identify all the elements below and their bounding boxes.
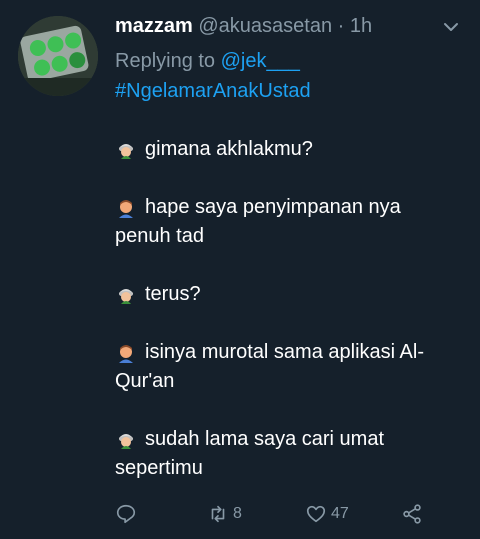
boy-emoji-icon: [119, 199, 133, 218]
like-button[interactable]: 47: [305, 500, 349, 528]
man-with-turban-icon: [119, 288, 133, 304]
line-4: terus?: [115, 280, 465, 309]
avatar-image: [18, 16, 98, 96]
replying-to: Replying to @jek___: [115, 46, 300, 76]
reply-button[interactable]: [115, 500, 137, 528]
boy-emoji-icon: [119, 344, 133, 363]
line-text: sepertimu: [115, 457, 203, 479]
tweet-actions: 8 47: [115, 500, 445, 528]
hashtag-link[interactable]: #NgelamarAnakUstad: [115, 80, 311, 102]
tweet-body: gimana akhlakmu? hape saya penyimpanan n…: [115, 106, 465, 483]
line-1: gimana akhlakmu?: [115, 135, 465, 164]
timestamp[interactable]: 1h: [350, 15, 372, 37]
line-text: gimana akhlakmu?: [145, 138, 313, 160]
replying-to-label: Replying to: [115, 50, 216, 72]
share-icon: [403, 504, 421, 524]
display-name[interactable]: mazzam: [115, 15, 193, 37]
retweet-icon: [211, 505, 225, 523]
user-handle[interactable]: @akuasasetan: [198, 15, 332, 37]
line-text: isinya murotal sama aplikasi Al-: [145, 341, 424, 363]
man-with-turban-icon: [119, 143, 133, 159]
line-8: sepertimu: [115, 454, 465, 483]
like-count: 47: [331, 505, 349, 522]
line-text: hape saya penyimpanan nya: [145, 196, 401, 218]
man-with-turban-icon: [119, 433, 133, 449]
line-text: sudah lama saya cari umat: [145, 428, 385, 450]
reply-to-handle[interactable]: @jek___: [221, 50, 300, 72]
line-6: Qur'an: [115, 367, 465, 396]
line-3: penuh tad: [115, 222, 465, 251]
chevron-down-icon[interactable]: [442, 18, 460, 36]
line-text: penuh tad: [115, 225, 204, 247]
line-5: isinya murotal sama aplikasi Al-: [115, 338, 465, 367]
avatar[interactable]: [18, 16, 98, 96]
tweet-header: mazzam @akuasasetan · 1h: [115, 12, 460, 40]
line-2: hape saya penyimpanan nya: [115, 193, 465, 222]
retweet-count: 8: [233, 505, 242, 522]
line-text: terus?: [145, 283, 201, 305]
retweet-button[interactable]: 8: [207, 500, 242, 528]
line-7: sudah lama saya cari umat: [115, 425, 465, 454]
hashtag-row: #NgelamarAnakUstad: [115, 76, 311, 106]
like-icon: [306, 505, 326, 523]
line-text: Qur'an: [115, 370, 175, 392]
reply-icon: [116, 504, 136, 524]
separator: ·: [337, 15, 345, 37]
share-button[interactable]: [401, 500, 423, 528]
tweet: mazzam @akuasasetan · 1h Replying to @je…: [0, 0, 480, 539]
